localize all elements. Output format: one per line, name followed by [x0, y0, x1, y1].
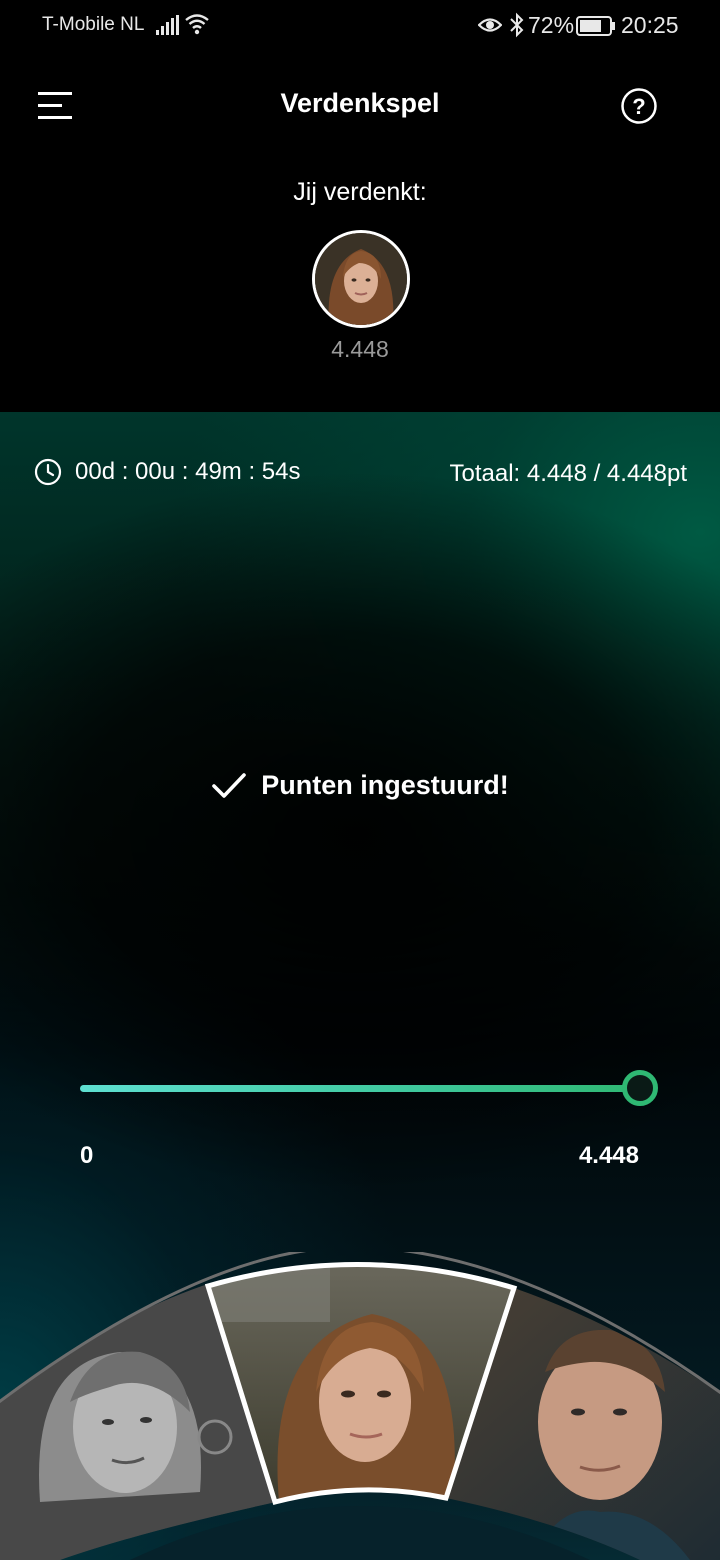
suspect-portrait [315, 233, 407, 325]
svg-text:?: ? [632, 94, 645, 119]
countdown-timer: 00d : 00u : 49m : 54s [34, 458, 300, 486]
checkmark-icon [212, 772, 247, 798]
suspect-label: Jij verdenkt: [293, 178, 427, 206]
points-slider[interactable] [80, 1070, 658, 1110]
game-area: 00d : 00u : 49m : 54s Totaal: 4.448 / 4.… [0, 412, 720, 1560]
signal-icon [156, 15, 179, 35]
battery-percentage: 72% [528, 12, 575, 38]
battery-icon [576, 16, 615, 36]
slider-max-label: 4.448 [578, 1142, 639, 1169]
suspect-points: 4.448 [331, 336, 389, 362]
help-icon[interactable]: ? [620, 87, 658, 125]
carrier-label: T-Mobile NL [42, 14, 145, 35]
clock-icon [34, 458, 62, 486]
wifi-icon [185, 14, 209, 35]
app-header: Verdenkspel ? [0, 60, 720, 150]
status-bar: T-Mobile NL 72% 20:25 [0, 0, 720, 52]
total-points: Totaal: 4.448 / 4.448pt [449, 460, 687, 487]
slider-track [80, 1085, 640, 1092]
suspect-avatar[interactable] [312, 230, 410, 328]
clock: 20:25 [621, 12, 679, 38]
page-title: Verdenkspel [280, 88, 440, 118]
slider-min-label: 0 [80, 1142, 94, 1169]
bluetooth-icon [510, 12, 524, 38]
slider-thumb[interactable] [622, 1070, 658, 1106]
timer-value: 00d : 00u : 49m : 54s [75, 458, 301, 485]
eye-icon [478, 18, 502, 32]
submitted-message: Punten ingestuurd! [0, 770, 720, 801]
suspect-carousel[interactable] [0, 1252, 720, 1560]
submitted-text: Punten ingestuurd! [261, 770, 509, 800]
